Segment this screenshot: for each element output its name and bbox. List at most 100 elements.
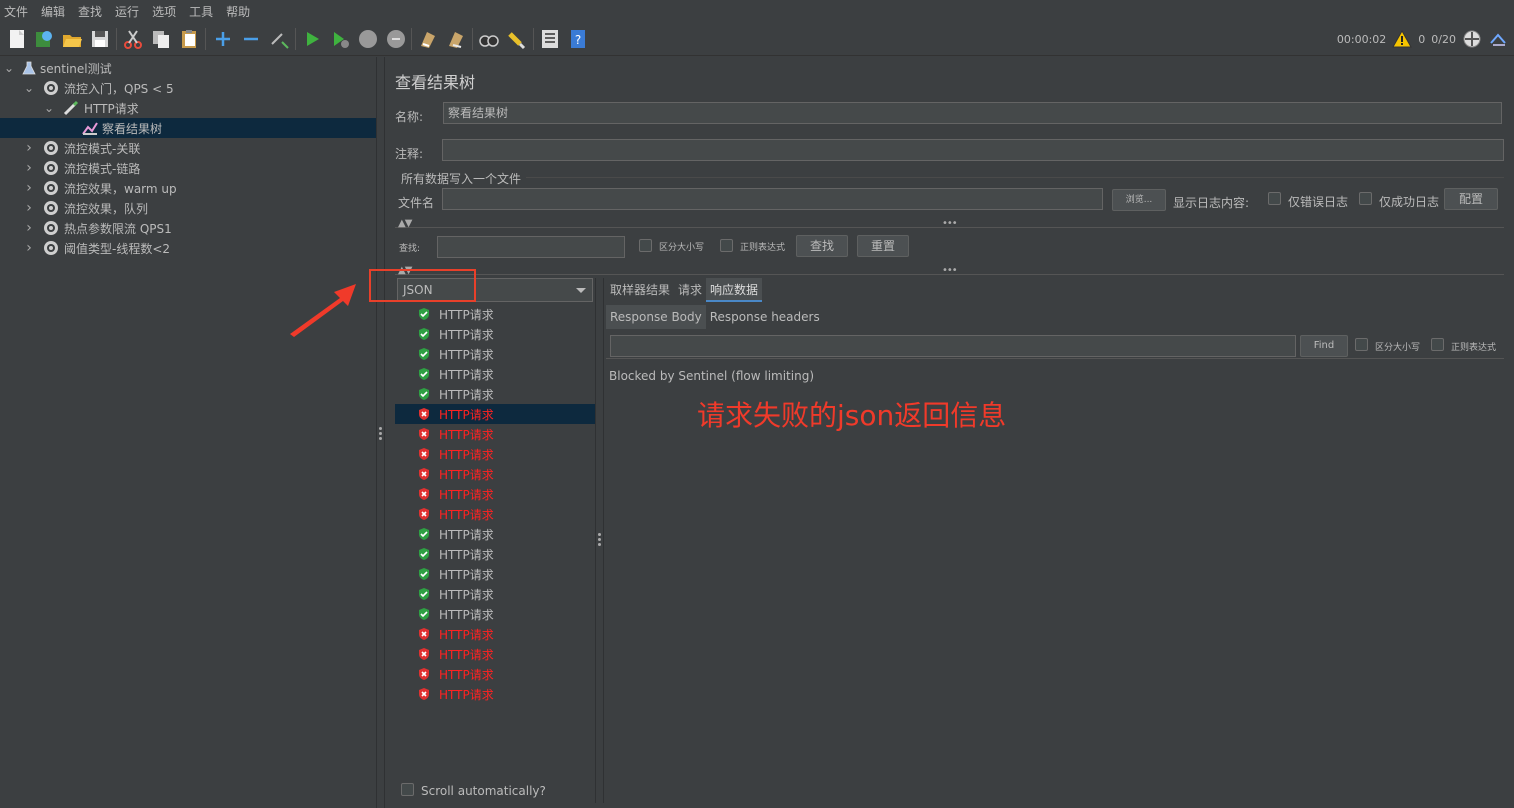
file-group-label: 所有数据写入一个文件	[401, 172, 522, 186]
result-label: HTTP请求	[439, 307, 494, 322]
configure-button[interactable]: 配置	[1444, 188, 1498, 210]
chevron-right-icon[interactable]: ›	[24, 201, 34, 215]
function-helper-icon[interactable]	[539, 28, 561, 50]
tab-2[interactable]: 响应数据	[706, 278, 763, 302]
table-row[interactable]: HTTP请求	[395, 524, 595, 544]
table-row[interactable]: HTTP请求	[395, 604, 595, 624]
table-row[interactable]: HTTP请求	[395, 304, 595, 324]
chevron-right-icon[interactable]	[64, 123, 74, 133]
errors-only-checkbox[interactable]	[1268, 192, 1281, 205]
response-search-input[interactable]	[610, 335, 1296, 357]
stop-icon[interactable]	[357, 28, 379, 50]
name-field[interactable]: 察看结果树	[443, 102, 1502, 124]
response-find-button[interactable]: Find	[1300, 335, 1348, 357]
tree-item[interactable]: › 热点参数限流 QPS1	[0, 218, 376, 238]
scroll-auto-checkbox[interactable]	[401, 783, 414, 796]
result-label: HTTP请求	[439, 487, 494, 502]
paste-icon[interactable]	[178, 28, 200, 50]
table-row[interactable]: HTTP请求	[395, 564, 595, 584]
tree-item[interactable]: › 流控效果，warm up	[0, 178, 376, 198]
subtab-0[interactable]: Response Body	[606, 305, 706, 329]
expand-icon[interactable]	[212, 28, 234, 50]
menu-item-6[interactable]: 帮助	[226, 3, 250, 20]
regex-checkbox[interactable]	[720, 239, 733, 252]
tree-item[interactable]: ⌄ sentinel测试	[0, 58, 376, 78]
tree-item[interactable]: 察看结果树	[0, 118, 376, 138]
table-row[interactable]: HTTP请求	[395, 344, 595, 364]
table-row[interactable]: HTTP请求	[395, 404, 595, 424]
tree-item[interactable]: ⌄ 流控入门，QPS < 5	[0, 78, 376, 98]
tree-item-label: 阈值类型-线程数<2	[64, 241, 171, 256]
menu-item-0[interactable]: 文件	[4, 3, 28, 20]
table-row[interactable]: HTTP请求	[395, 424, 595, 444]
tab-1[interactable]: 请求	[674, 278, 706, 302]
case-sensitive-checkbox[interactable]	[639, 239, 652, 252]
reset-button[interactable]: 重置	[857, 235, 909, 257]
table-row[interactable]: HTTP请求	[395, 544, 595, 564]
menu-item-1[interactable]: 编辑	[41, 3, 65, 20]
remote-icon[interactable]	[1462, 29, 1482, 49]
success-shield-icon	[417, 547, 431, 561]
table-row[interactable]: HTTP请求	[395, 684, 595, 704]
tree-item[interactable]: › 流控效果，队列	[0, 198, 376, 218]
table-row[interactable]: HTTP请求	[395, 624, 595, 644]
find-button[interactable]: 查找	[796, 235, 848, 257]
tab-0[interactable]: 取样器结果	[606, 278, 674, 302]
response-regex-checkbox[interactable]	[1431, 338, 1444, 351]
menu-item-2[interactable]: 查找	[78, 3, 102, 20]
table-row[interactable]: HTTP请求	[395, 504, 595, 524]
tree-item[interactable]: › 阈值类型-线程数<2	[0, 238, 376, 258]
open-icon[interactable]	[61, 28, 83, 50]
browse-button[interactable]: 浏览...	[1112, 189, 1166, 211]
chevron-down-icon[interactable]: ⌄	[24, 82, 34, 94]
chevron-down-icon[interactable]: ⌄	[4, 62, 14, 74]
table-row[interactable]: HTTP请求	[395, 484, 595, 504]
results-splitter[interactable]	[595, 278, 604, 803]
filename-field[interactable]	[442, 188, 1103, 210]
clear-all-icon[interactable]	[445, 28, 467, 50]
elapsed-time: 00:00:02	[1336, 32, 1387, 46]
warning-icon[interactable]	[1392, 30, 1413, 48]
table-row[interactable]: HTTP请求	[395, 444, 595, 464]
chevron-right-icon[interactable]: ›	[24, 161, 34, 175]
table-row[interactable]: HTTP请求	[395, 664, 595, 684]
help-icon[interactable]: ?	[567, 28, 589, 50]
reset-search-icon[interactable]	[506, 28, 528, 50]
tree-item[interactable]: ⌄ HTTP请求	[0, 98, 376, 118]
clear-icon[interactable]	[417, 28, 439, 50]
chevron-right-icon[interactable]: ›	[24, 241, 34, 255]
start-icon[interactable]	[301, 28, 323, 50]
tree-item[interactable]: › 流控模式-链路	[0, 158, 376, 178]
table-row[interactable]: HTTP请求	[395, 464, 595, 484]
menu-item-4[interactable]: 选项	[152, 3, 176, 20]
menu-item-3[interactable]: 运行	[115, 3, 139, 20]
table-row[interactable]: HTTP请求	[395, 384, 595, 404]
tree-item-label: 热点参数限流 QPS1	[64, 221, 172, 236]
chevron-right-icon[interactable]: ›	[24, 221, 34, 235]
response-case-checkbox[interactable]	[1355, 338, 1368, 351]
table-row[interactable]: HTTP请求	[395, 584, 595, 604]
new-file-icon[interactable]	[6, 28, 28, 50]
comment-field[interactable]	[442, 139, 1504, 161]
table-row[interactable]: HTTP请求	[395, 644, 595, 664]
chevron-down-icon[interactable]: ⌄	[44, 102, 54, 114]
chevron-right-icon[interactable]: ›	[24, 181, 34, 195]
table-row[interactable]: HTTP请求	[395, 364, 595, 384]
search-input[interactable]	[437, 236, 625, 258]
copy-icon[interactable]	[150, 28, 172, 50]
toggle-icon[interactable]	[268, 28, 290, 50]
tree-item[interactable]: › 流控模式-关联	[0, 138, 376, 158]
cut-icon[interactable]	[122, 28, 144, 50]
collapse-icon[interactable]	[240, 28, 262, 50]
search-icon[interactable]	[478, 28, 500, 50]
menu-item-5[interactable]: 工具	[189, 3, 213, 20]
save-icon[interactable]	[89, 28, 111, 50]
table-row[interactable]: HTTP请求	[395, 324, 595, 344]
panel-splitter[interactable]	[376, 57, 385, 808]
success-only-checkbox[interactable]	[1359, 192, 1372, 205]
shutdown-icon[interactable]	[385, 28, 407, 50]
chevron-right-icon[interactable]: ›	[24, 141, 34, 155]
start-no-pause-icon[interactable]	[329, 28, 351, 50]
templates-icon[interactable]	[33, 28, 55, 50]
subtab-1[interactable]: Response headers	[706, 305, 824, 329]
